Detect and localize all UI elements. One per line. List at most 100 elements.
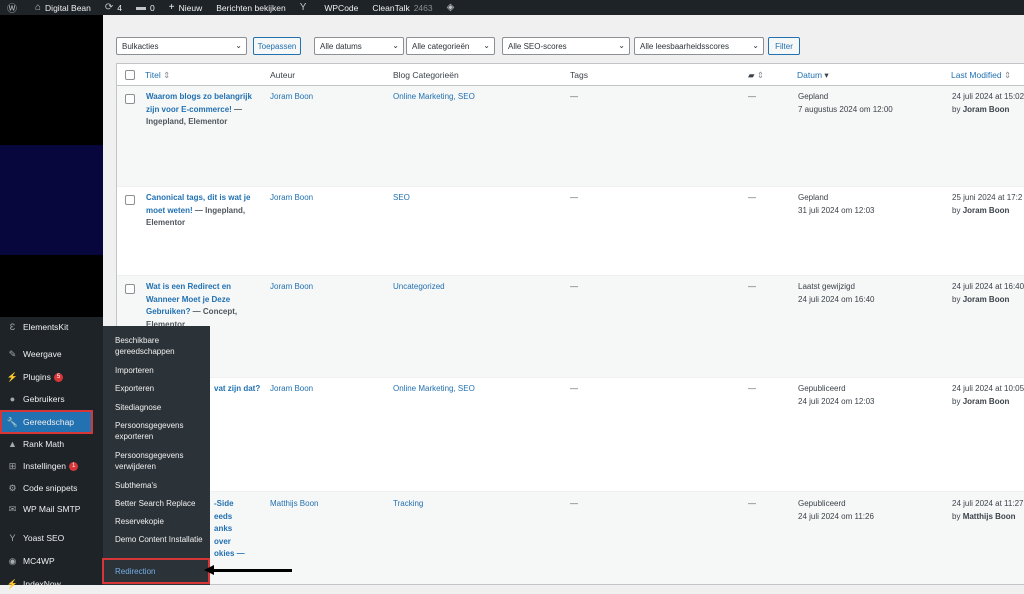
post-tags: — [570, 499, 578, 508]
post-date: Gepubliceerd 24 juli 2024 om 12:03 [798, 383, 875, 408]
readability-filter-select[interactable]: Alle leesbaarheidsscores ⌄ [634, 37, 764, 55]
by-prefix: by [952, 511, 961, 521]
categories-filter-select[interactable]: Alle categorieën ⌄ [406, 37, 495, 55]
post-categories[interactable]: Tracking [393, 498, 423, 511]
post-comments: — [748, 384, 756, 393]
post-title-link[interactable]: -Side eeds anks over okies — [214, 499, 245, 558]
cleantalk-count: 2463 [413, 2, 433, 13]
header-label: Datum [797, 70, 823, 80]
submenu-item-available-tools[interactable]: Beschikbare gereedschappen [115, 335, 207, 357]
comments-column-header[interactable]: ▰ ⇕ [748, 70, 764, 81]
post-title[interactable]: vat zijn dat? [214, 383, 274, 396]
menu-item-gebruikers[interactable]: ● Gebruikers [0, 389, 103, 409]
submenu-item-child-themes[interactable]: Subthema's [115, 480, 207, 491]
post-title-link[interactable]: vat zijn dat? [214, 384, 260, 393]
post-categories[interactable]: SEO [393, 192, 410, 205]
submenu-item-erase-personal-data[interactable]: Persoonsgegevens verwijderen [115, 450, 207, 472]
post-title[interactable]: Waarom blogs zo belangrijk zijn voor E-c… [146, 91, 254, 129]
view-posts-link[interactable]: Berichten bekijken [209, 0, 292, 15]
comment-icon: ▰ [748, 70, 755, 80]
diamond-link[interactable]: ◈ [440, 0, 466, 15]
row-checkbox[interactable] [125, 284, 135, 294]
chevron-down-icon: ⌄ [752, 41, 759, 50]
post-author[interactable]: Matthijs Boon [270, 498, 318, 511]
wordpress-logo[interactable]: Ⓦ [0, 0, 28, 15]
admin-menu: Ɛ ElementsKit ✎ Weergave ⚡ Plugins 5 ● Gebrui… [0, 317, 103, 589]
submenu-item-demo-content[interactable]: Demo Content Installatie [115, 534, 207, 545]
post-status: Laatst gewijzigd [798, 282, 855, 291]
post-title[interactable]: -Side eeds anks over okies — [214, 498, 246, 561]
menu-item-wp-mail-smtp[interactable]: ✉ WP Mail SMTP [0, 499, 103, 519]
menu-item-weergave[interactable]: ✎ Weergave [0, 344, 103, 364]
menu-label: IndexNow [23, 579, 61, 589]
site-name-link[interactable]: ⌂ Digital Bean [28, 0, 98, 15]
submenu-item-redirection[interactable]: Redirection [102, 558, 210, 584]
yoast-link[interactable]: Y [293, 0, 318, 15]
bulk-actions-select[interactable]: Bulkacties ⌄ [116, 37, 247, 55]
menu-item-mc4wp[interactable]: ◉ MC4WP [0, 551, 103, 571]
post-date: Gepubliceerd 24 juli 2024 om 11:26 [798, 498, 874, 523]
wpcode-link[interactable]: WPCode [317, 0, 365, 15]
submenu-item-better-search-replace[interactable]: Better Search Replace [115, 498, 207, 509]
menu-item-indexnow[interactable]: ⚡ IndexNow [0, 574, 103, 594]
plus-icon: + [168, 2, 175, 13]
menu-item-elementskit[interactable]: Ɛ ElementsKit [0, 317, 103, 337]
menu-item-yoast-seo[interactable]: Y Yoast SEO [0, 528, 103, 548]
menu-item-code-snippets[interactable]: ⚙ Code snippets [0, 478, 103, 498]
post-categories[interactable]: Online Marketing, SEO [393, 383, 475, 396]
menu-item-plugins[interactable]: ⚡ Plugins 5 [0, 367, 103, 387]
new-content-link[interactable]: + Nieuw [162, 0, 209, 15]
post-author[interactable]: Joram Boon [270, 383, 313, 396]
seo-filter-value: Alle SEO-scores [508, 41, 567, 51]
title-column-header[interactable]: Titel ⇕ [145, 70, 170, 81]
post-comments: — [748, 499, 756, 508]
menu-label: Code snippets [23, 483, 78, 493]
comments-count: 0 [150, 2, 155, 13]
menu-item-instellingen[interactable]: ⊞ Instellingen 1 [0, 456, 103, 476]
row-checkbox[interactable] [125, 195, 135, 205]
indexnow-icon: ⚡ [6, 578, 19, 589]
menu-item-gereedschap[interactable]: 🔧 Gereedschap [0, 410, 93, 434]
post-author[interactable]: Joram Boon [270, 192, 313, 205]
date-column-header[interactable]: Datum ▾ [797, 70, 829, 81]
post-modified: 24 juli 2024 at 11:27 by Matthijs Boon [952, 498, 1023, 523]
sort-desc-icon: ▾ [824, 70, 829, 80]
select-all-checkbox[interactable] [125, 70, 135, 80]
post-date-value: 24 juli 2024 om 11:26 [798, 511, 874, 521]
updates-link[interactable]: ⟳ 4 [98, 0, 129, 15]
submenu-item-export[interactable]: Exporteren [115, 383, 207, 394]
submenu-item-site-health[interactable]: Sitediagnose [115, 402, 207, 413]
post-comments: — [748, 193, 756, 202]
chevron-down-icon: ⌄ [235, 41, 242, 50]
mc4wp-icon: ◉ [8, 555, 17, 566]
post-date-value: 24 juli 2024 om 12:03 [798, 396, 875, 406]
modified-value: 25 juni 2024 at 17:2 [952, 193, 1023, 202]
menu-label: Gereedschap [23, 417, 75, 427]
post-author[interactable]: Joram Boon [270, 281, 313, 294]
post-categories[interactable]: Online Marketing, SEO [393, 91, 475, 104]
dates-filter-select[interactable]: Alle datums ⌄ [314, 37, 404, 55]
settings-icon: ⊞ [8, 460, 17, 471]
post-status: Gepubliceerd [798, 384, 846, 393]
submenu-item-backup[interactable]: Reservekopie [115, 516, 207, 527]
post-author[interactable]: Joram Boon [270, 91, 313, 104]
seo-filter-select[interactable]: Alle SEO-scores ⌄ [502, 37, 630, 55]
submenu-item-export-personal-data[interactable]: Persoonsgegevens exporteren [115, 420, 207, 442]
admin-bar: Ⓦ ⌂ Digital Bean ⟳ 4 ▬ 0 + Nieuw Berichten b… [0, 0, 1024, 15]
submenu-item-import[interactable]: Importeren [115, 365, 207, 376]
menu-item-rank-math[interactable]: ▲ Rank Math [0, 434, 103, 454]
row-checkbox[interactable] [125, 94, 135, 104]
post-title[interactable]: Canonical tags, dit is wat je moet weten… [146, 192, 254, 230]
post-modified: 24 juli 2024 at 10:05 by Joram Boon [952, 383, 1024, 408]
plugins-badge: 5 [53, 372, 64, 382]
apply-button[interactable]: Toepassen [253, 37, 301, 55]
sidebar-overlay [0, 145, 103, 255]
comments-link[interactable]: ▬ 0 [129, 0, 162, 15]
filter-button[interactable]: Filter [768, 37, 800, 55]
rankmath-icon: ▲ [8, 439, 17, 449]
cleantalk-link[interactable]: CleanTalk 2463 [365, 0, 439, 15]
modified-column-header[interactable]: Last Modified ⇕ [951, 70, 1011, 81]
plugin-icon: ⚡ [6, 371, 19, 382]
post-categories[interactable]: Uncategorized [393, 281, 445, 294]
post-title[interactable]: Wat is een Redirect en Wanneer Moet je D… [146, 281, 254, 331]
